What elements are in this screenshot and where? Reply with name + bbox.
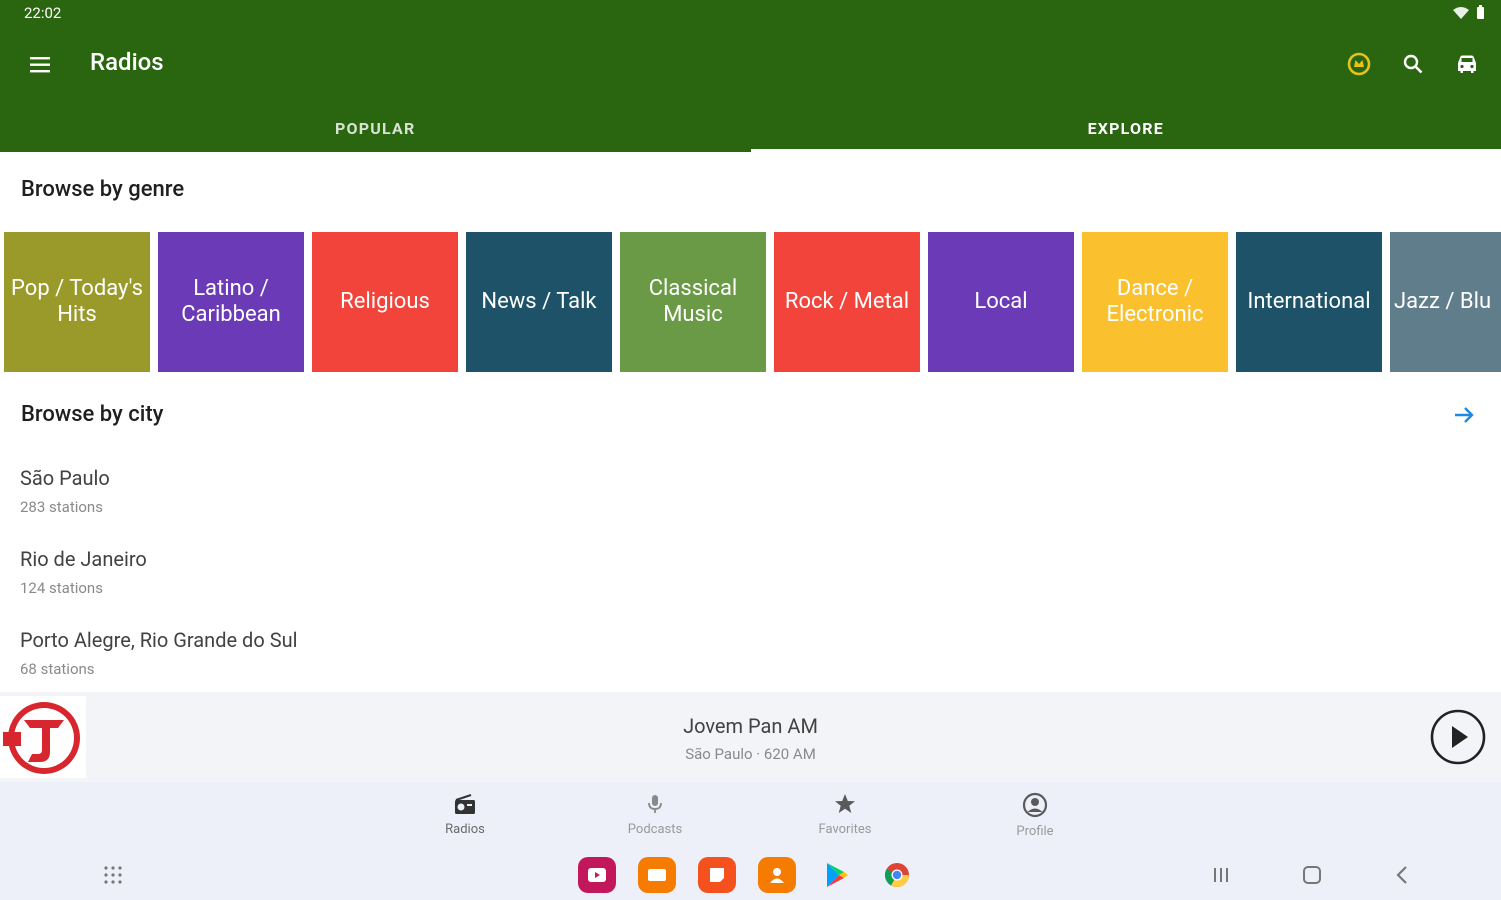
notes-app-icon[interactable] [698,857,736,893]
play-button[interactable] [1429,708,1487,766]
city-item-rio[interactable]: Rio de Janeiro 124 stations [20,547,620,597]
nav-favorites[interactable]: Favorites [785,792,905,837]
city-section-title: Browse by city [21,402,164,427]
profile-icon [1022,792,1048,818]
genre-tile-classical[interactable]: Classical Music [620,232,766,372]
genre-tile-religious[interactable]: Religious [312,232,458,372]
genre-carousel[interactable]: Pop / Today's Hits Latino / Caribbean Re… [4,232,1501,372]
chrome-app-icon[interactable] [878,857,916,893]
star-icon [835,794,855,813]
city-item-sao-paulo[interactable]: São Paulo 283 stations [20,466,620,516]
car-icon [1458,55,1476,73]
menu-icon[interactable] [26,50,56,80]
wifi-icon [1453,6,1469,19]
city-item-porto-alegre[interactable]: Porto Alegre, Rio Grande do Sul 68 stati… [20,628,620,678]
genre-tile-jazz[interactable]: Jazz / Blu [1390,232,1501,372]
appbar-actions [1343,48,1483,80]
genre-tile-news[interactable]: News / Talk [466,232,612,372]
now-playing-title: Jovem Pan AM [683,714,818,738]
genre-section-title: Browse by genre [21,177,185,202]
battery-icon [1477,5,1484,19]
nav-podcasts[interactable]: Podcasts [595,792,715,837]
play-store-app-icon[interactable] [818,857,856,893]
now-playing-subtitle: São Paulo · 620 AM [685,745,816,763]
city-name: Rio de Janeiro [20,547,147,571]
genre-tile-rock[interactable]: Rock / Metal [774,232,920,372]
genre-tile-latino[interactable]: Latino / Caribbean [158,232,304,372]
genre-tile-local[interactable]: Local [928,232,1074,372]
microphone-icon [648,795,662,813]
city-station-count: 124 stations [20,579,103,597]
status-icons [1452,5,1485,20]
car-mode-button[interactable] [1451,48,1483,80]
mini-player[interactable]: Jovem Pan AM São Paulo · 620 AM [0,692,1501,782]
nav-label: Radios [445,822,485,837]
premium-badge-icon [1347,52,1371,76]
nav-label: Podcasts [627,822,683,837]
tab-bar: POPULAR EXPLORE [0,110,1501,152]
tab-popular[interactable]: POPULAR [0,110,751,152]
recents-icon[interactable] [1208,862,1234,888]
status-bar: 22:02 [0,0,1501,28]
tab-explore[interactable]: EXPLORE [750,110,1501,152]
genre-tile-dance[interactable]: Dance / Electronic [1082,232,1228,372]
city-name: São Paulo [20,466,110,490]
app-drawer-icon[interactable] [100,862,126,888]
system-navigation-bar [0,848,1501,900]
search-button[interactable] [1397,48,1429,80]
app-dock [578,857,916,893]
messages-app-icon[interactable] [638,857,676,893]
app-bar: Radios POPULAR EXPLORE [0,28,1501,152]
bottom-navigation: Radios Podcasts Favorites Profile [0,782,1501,848]
nav-radios[interactable]: Radios [405,792,525,837]
video-app-icon[interactable] [578,857,616,893]
city-station-count: 68 stations [20,660,95,678]
nav-label: Favorites [818,822,872,837]
radio-icon [455,794,475,814]
status-time: 22:02 [24,4,62,22]
search-icon [1403,54,1423,74]
nav-label: Profile [1016,824,1054,839]
genre-tile-international[interactable]: International [1236,232,1382,372]
premium-button[interactable] [1343,48,1375,80]
app-title: Radios [90,48,164,76]
arrow-right-icon[interactable] [1449,400,1479,430]
nav-profile[interactable]: Profile [975,792,1095,839]
city-station-count: 283 stations [20,498,103,516]
contacts-app-icon[interactable] [758,857,796,893]
back-icon[interactable] [1390,862,1416,888]
home-icon[interactable] [1299,862,1325,888]
genre-tile-pop[interactable]: Pop / Today's Hits [4,232,150,372]
city-name: Porto Alegre, Rio Grande do Sul [20,628,298,652]
